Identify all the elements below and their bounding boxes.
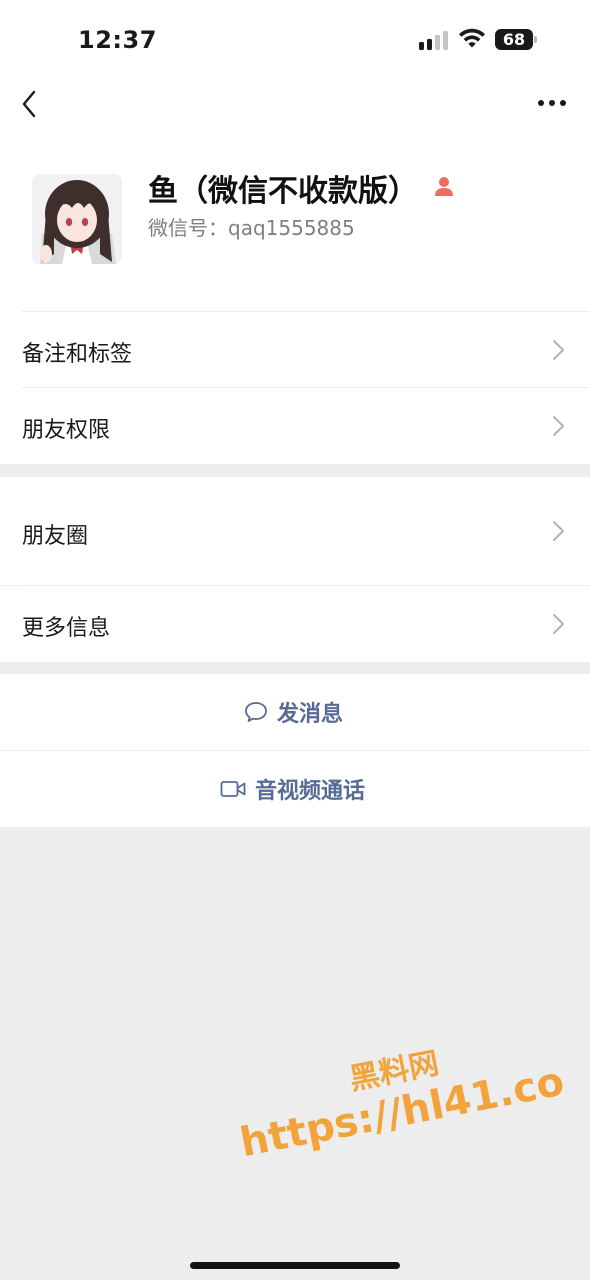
video-call-label: 音视频通话	[255, 779, 366, 804]
chevron-right-icon	[553, 521, 564, 541]
person-icon	[435, 177, 453, 196]
chevron-right-icon	[553, 614, 564, 634]
chevron-right-icon	[553, 416, 564, 436]
status-time: 12:37	[78, 26, 157, 54]
video-call-button[interactable]: 音视频通话	[0, 751, 590, 827]
wechat-id: 微信号：qaq1555885	[148, 216, 355, 240]
menu-item-remarks-tags[interactable]: 备注和标签	[0, 312, 590, 387]
battery-level: 68	[502, 30, 526, 49]
battery-icon: 68	[495, 29, 537, 50]
chat-bubble-icon	[245, 702, 267, 722]
profile-name: 鱼（微信不收款版）	[148, 174, 418, 209]
avatar-image	[32, 174, 122, 264]
chevron-right-icon	[553, 340, 564, 360]
cellular-signal-icon	[419, 30, 451, 50]
wifi-icon	[459, 28, 485, 48]
menu-item-label: 更多信息	[22, 616, 111, 641]
avatar[interactable]	[32, 174, 122, 264]
menu-item-more-info[interactable]: 更多信息	[0, 586, 590, 662]
menu-item-friend-permissions[interactable]: 朋友权限	[0, 388, 590, 464]
video-camera-icon	[220, 781, 246, 797]
send-message-label: 发消息	[277, 702, 344, 727]
home-indicator[interactable]	[190, 1262, 400, 1269]
more-options-button[interactable]	[536, 96, 568, 110]
menu-item-label: 朋友圈	[22, 524, 89, 549]
menu-item-label: 备注和标签	[22, 342, 133, 367]
back-button[interactable]	[18, 88, 44, 120]
status-bar: 12:37 68	[0, 0, 590, 80]
send-message-button[interactable]: 发消息	[0, 674, 590, 750]
menu-item-label: 朋友权限	[22, 418, 111, 443]
watermark: 黑料网 https://hl41.co	[228, 1015, 567, 1166]
menu-item-moments[interactable]: 朋友圈	[0, 477, 590, 585]
